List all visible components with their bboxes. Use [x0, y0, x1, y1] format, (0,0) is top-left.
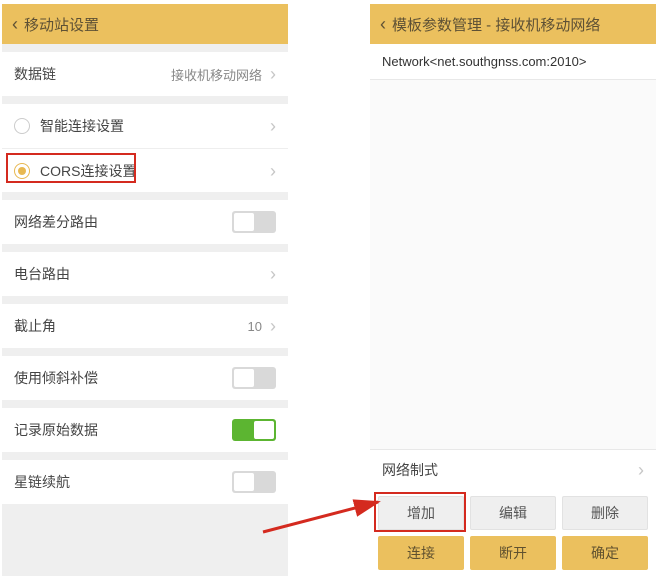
button-bar-2: 连接 断开 确定: [370, 536, 656, 576]
row-starlink[interactable]: 星链续航: [2, 460, 288, 504]
left-title: 移动站设置: [24, 14, 99, 35]
chevron-right-icon: ›: [270, 162, 276, 180]
smart-label: 智能连接设置: [40, 116, 262, 136]
left-screen: ‹ 移动站设置 数据链 接收机移动网络 › 智能连接设置 › CORS连接设置 …: [2, 4, 288, 576]
datalink-value: 接收机移动网络: [171, 65, 262, 84]
cutoff-value: 10: [248, 319, 262, 334]
chevron-right-icon: ›: [270, 265, 276, 283]
right-header: ‹ 模板参数管理 - 接收机移动网络: [370, 4, 656, 44]
cutoff-label: 截止角: [14, 316, 248, 336]
mode-label: 网络制式: [382, 460, 438, 480]
back-icon[interactable]: ‹: [12, 15, 18, 33]
connect-button[interactable]: 连接: [378, 536, 464, 570]
starlink-label: 星链续航: [14, 472, 232, 492]
back-icon[interactable]: ‹: [380, 15, 386, 33]
diffroute-label: 网络差分路由: [14, 212, 232, 232]
toggle-tilt[interactable]: [232, 367, 276, 389]
row-datalink[interactable]: 数据链 接收机移动网络 ›: [2, 52, 288, 96]
template-list-area: [370, 80, 656, 450]
network-entry[interactable]: Network<net.southgnss.com:2010>: [370, 44, 656, 80]
chevron-right-icon: ›: [638, 461, 644, 479]
radio-selected-icon[interactable]: [14, 163, 30, 179]
ok-button[interactable]: 确定: [562, 536, 648, 570]
radio-unselected-icon[interactable]: [14, 118, 30, 134]
left-header: ‹ 移动站设置: [2, 4, 288, 44]
row-cors-connect[interactable]: CORS连接设置 ›: [2, 148, 288, 192]
datalink-label: 数据链: [14, 64, 171, 84]
button-bar-1: 增加 编辑 删除: [370, 490, 656, 536]
row-diff-route[interactable]: 网络差分路由: [2, 200, 288, 244]
right-title: 模板参数管理 - 接收机移动网络: [392, 14, 600, 35]
tilt-label: 使用倾斜补偿: [14, 368, 232, 388]
delete-button[interactable]: 删除: [562, 496, 648, 530]
toggle-starlink[interactable]: [232, 471, 276, 493]
add-button[interactable]: 增加: [378, 496, 464, 530]
radio-label: 电台路由: [14, 264, 262, 284]
row-tilt[interactable]: 使用倾斜补偿: [2, 356, 288, 400]
right-screen: ‹ 模板参数管理 - 接收机移动网络 Network<net.southgnss…: [370, 4, 656, 576]
row-cutoff[interactable]: 截止角 10 ›: [2, 304, 288, 348]
row-record[interactable]: 记录原始数据: [2, 408, 288, 452]
record-label: 记录原始数据: [14, 420, 232, 440]
edit-button[interactable]: 编辑: [470, 496, 556, 530]
row-radio-route[interactable]: 电台路由 ›: [2, 252, 288, 296]
chevron-right-icon: ›: [270, 317, 276, 335]
disconnect-button[interactable]: 断开: [470, 536, 556, 570]
row-smart-connect[interactable]: 智能连接设置 ›: [2, 104, 288, 148]
cors-label: CORS连接设置: [40, 161, 262, 181]
toggle-diffroute[interactable]: [232, 211, 276, 233]
chevron-right-icon: ›: [270, 65, 276, 83]
row-network-mode[interactable]: 网络制式 ›: [370, 450, 656, 490]
toggle-record[interactable]: [232, 419, 276, 441]
chevron-right-icon: ›: [270, 117, 276, 135]
